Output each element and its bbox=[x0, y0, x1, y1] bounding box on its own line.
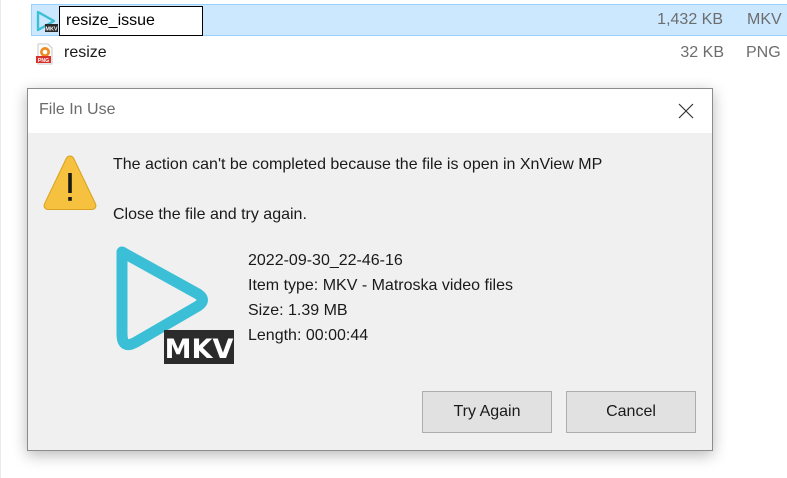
mkv-file-thumbnail-icon: MKV bbox=[116, 246, 234, 365]
file-type: PNG bbox=[746, 44, 781, 61]
svg-text:PNG: PNG bbox=[38, 58, 49, 64]
warning-icon bbox=[43, 155, 97, 210]
dialog-message: The action can't be completed because th… bbox=[113, 156, 603, 173]
detail-size: Size: 1.39 MB bbox=[248, 302, 348, 319]
try-again-button[interactable]: Try Again bbox=[422, 391, 552, 433]
dialog-submessage: Close the file and try again. bbox=[113, 206, 307, 223]
dialog-titlebar[interactable]: File In Use bbox=[28, 89, 712, 133]
file-row-resize-issue[interactable]: MKV 1,432 KB MKV bbox=[31, 4, 787, 36]
close-icon bbox=[678, 103, 694, 119]
file-name: resize bbox=[64, 44, 107, 61]
file-type: MKV bbox=[747, 11, 782, 28]
dialog-title: File In Use bbox=[39, 101, 116, 118]
file-in-use-dialog: File In Use The action can't be complete… bbox=[27, 88, 713, 451]
close-button[interactable] bbox=[660, 89, 712, 133]
png-file-icon: PNG bbox=[36, 43, 53, 65]
detail-length: Length: 00:00:44 bbox=[248, 327, 369, 344]
mkv-file-icon: MKV bbox=[36, 10, 58, 33]
file-size: 32 KB bbox=[680, 44, 724, 61]
file-row-resize[interactable]: PNG resize 32 KB PNG bbox=[31, 38, 787, 70]
rename-field[interactable] bbox=[59, 6, 203, 36]
svg-text:MKV: MKV bbox=[45, 27, 58, 33]
detail-filename: 2022-09-30_22-46-16 bbox=[248, 252, 403, 269]
rename-input[interactable] bbox=[60, 7, 202, 35]
detail-item-type: Item type: MKV - Matroska video files bbox=[248, 277, 513, 294]
file-size: 1,432 KB bbox=[657, 11, 723, 28]
cancel-button[interactable]: Cancel bbox=[566, 391, 696, 433]
mkv-label: MKV bbox=[165, 334, 234, 365]
file-details: 2022-09-30_22-46-16 Item type: MKV - Mat… bbox=[248, 248, 513, 348]
